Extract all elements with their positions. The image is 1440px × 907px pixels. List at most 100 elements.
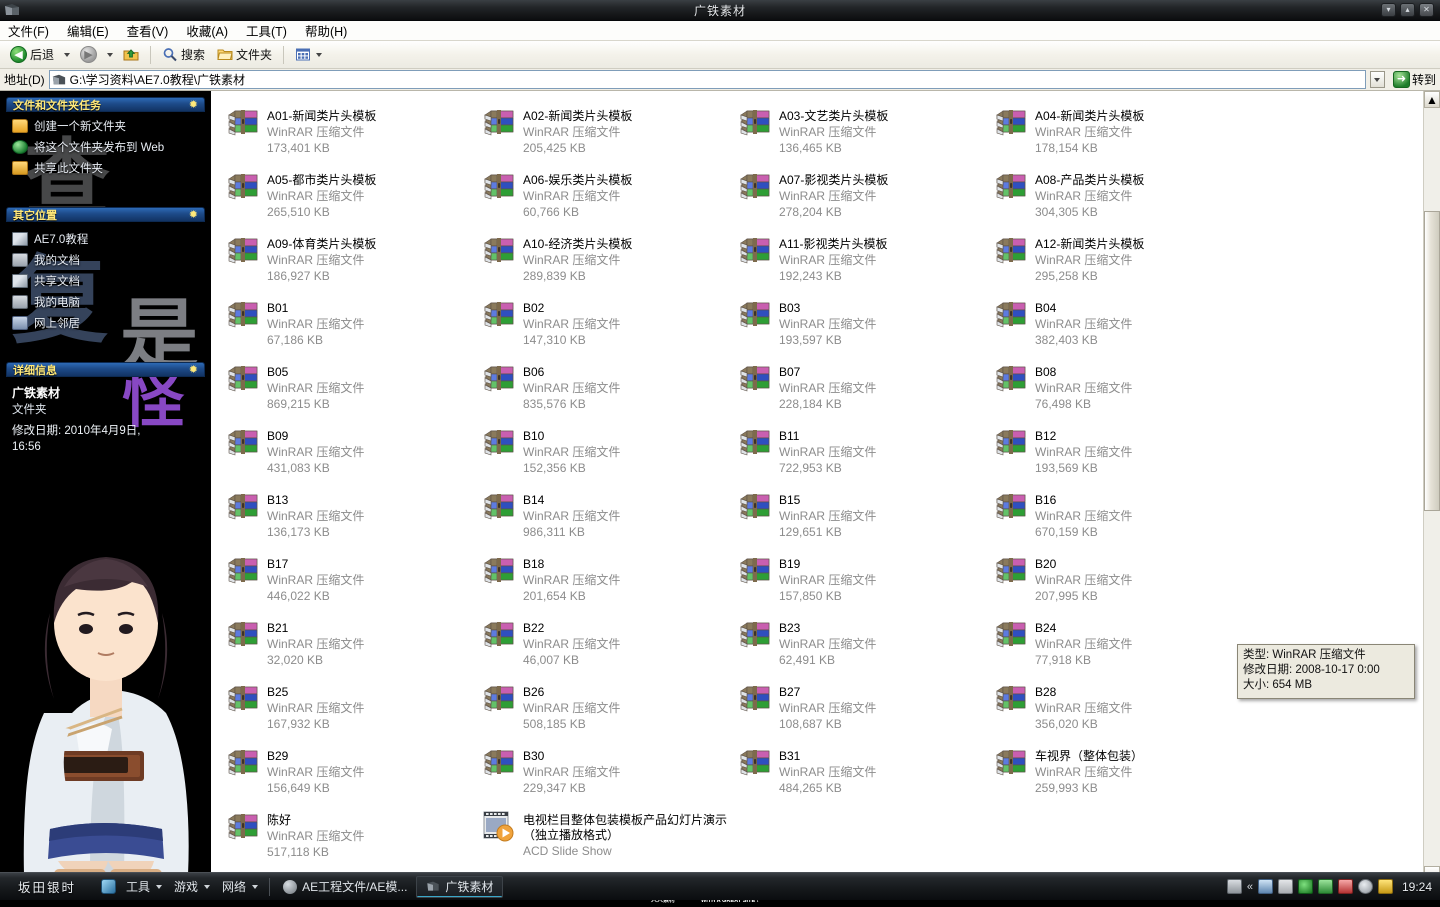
alien-tray-icon[interactable] [1277,879,1293,894]
maximize-button[interactable]: ▴ [1400,3,1415,17]
tray-expand-icon[interactable]: « [1247,881,1253,893]
file-item[interactable]: B05 WinRAR 压缩文件 869,215 KB [219,355,475,419]
taskbar-item-current-folder[interactable]: 广铁素材 [416,875,504,898]
sidebar-item-new-folder[interactable]: 创建一个新文件夹 [12,118,201,134]
file-item[interactable]: A10-经济类片头模板 WinRAR 压缩文件 289,839 KB [475,227,731,291]
opera-icon[interactable] [1297,879,1313,894]
file-item[interactable]: B04 WinRAR 压缩文件 382,403 KB [987,291,1243,355]
file-item[interactable]: B06 WinRAR 压缩文件 835,576 KB [475,355,731,419]
file-item[interactable]: A04-新闻类片头模板 WinRAR 压缩文件 178,154 KB [987,99,1243,163]
minimize-button[interactable]: ▾ [1381,3,1396,17]
file-item[interactable]: B01 WinRAR 压缩文件 67,186 KB [219,291,475,355]
folders-button[interactable]: 文件夹 [213,44,276,65]
back-dropdown-icon[interactable] [64,52,71,57]
quicklaunch-games[interactable]: 游戏 [169,878,217,895]
file-list-pane[interactable]: 如何修改电视片头模板中的文字 山水系列A 山水系列B [211,91,1440,883]
menu-tools[interactable]: 工具(T) [246,21,287,40]
sidebar-item-share-folder[interactable]: 共享此文件夹 [12,160,201,176]
file-item[interactable]: B10 WinRAR 压缩文件 152,356 KB [475,419,731,483]
taskbar-item-ae-project[interactable]: AE工程文件/AE模... [274,876,416,898]
panel-details-header[interactable]: 详细信息 ✹ [6,362,205,377]
back-button[interactable]: ◀ 后退 [6,44,58,65]
file-item[interactable]: B19 WinRAR 压缩文件 157,850 KB [731,547,987,611]
volume-icon[interactable] [1357,879,1373,894]
forward-dropdown-icon[interactable] [107,52,114,57]
close-button[interactable]: ✕ [1419,3,1434,17]
file-item[interactable]: B08 WinRAR 压缩文件 76,498 KB [987,355,1243,419]
network-tray-icon[interactable] [1377,879,1393,894]
collapse-chevron-icon[interactable]: ✹ [189,98,198,111]
menu-help[interactable]: 帮助(H) [305,21,347,40]
file-item[interactable]: B30 WinRAR 压缩文件 229,347 KB [475,739,731,803]
views-dropdown-icon[interactable] [316,52,323,57]
file-item[interactable]: B20 WinRAR 压缩文件 207,995 KB [987,547,1243,611]
file-item[interactable]: B18 WinRAR 压缩文件 201,654 KB [475,547,731,611]
file-item[interactable]: B22 WinRAR 压缩文件 46,007 KB [475,611,731,675]
file-item[interactable]: A02-新闻类片头模板 WinRAR 压缩文件 205,425 KB [475,99,731,163]
views-button[interactable] [291,45,328,64]
file-item[interactable]: 电视栏目整体包装模板产品幻灯片演示（独立播放格式） ACD Slide Show [475,803,731,867]
file-item[interactable]: A06-娱乐类片头模板 WinRAR 压缩文件 60,766 KB [475,163,731,227]
sidebar-item-my-computer[interactable]: 我的电脑 [12,294,201,310]
go-button[interactable]: ➜ 转到 [1389,71,1440,88]
file-item[interactable]: 陈好 WinRAR 压缩文件 517,118 KB [219,803,475,867]
file-item[interactable]: B03 WinRAR 压缩文件 193,597 KB [731,291,987,355]
file-item[interactable]: A11-影视类片头模板 WinRAR 压缩文件 192,243 KB [731,227,987,291]
sidebar-item-ae7-tutorial[interactable]: AE7.0教程 [12,231,201,247]
address-dropdown-button[interactable] [1369,71,1385,88]
scroll-up-button[interactable]: ▲ [1424,91,1440,108]
up-button[interactable] [119,45,143,64]
file-item[interactable]: A12-新闻类片头模板 WinRAR 压缩文件 295,258 KB [987,227,1243,291]
file-item[interactable]: B17 WinRAR 压缩文件 446,022 KB [219,547,475,611]
quicklaunch-network[interactable]: 网络 [217,878,265,895]
file-item[interactable]: B25 WinRAR 压缩文件 167,932 KB [219,675,475,739]
file-item[interactable]: B27 WinRAR 压缩文件 108,687 KB [731,675,987,739]
file-item[interactable]: B12 WinRAR 压缩文件 193,569 KB [987,419,1243,483]
file-item[interactable]: B09 WinRAR 压缩文件 431,083 KB [219,419,475,483]
file-item[interactable]: A01-新闻类片头模板 WinRAR 压缩文件 173,401 KB [219,99,475,163]
file-item[interactable]: B16 WinRAR 压缩文件 670,159 KB [987,483,1243,547]
file-item[interactable]: B07 WinRAR 压缩文件 228,184 KB [731,355,987,419]
panel-file-tasks-header[interactable]: 文件和文件夹任务 ✹ [6,97,205,112]
address-input[interactable]: G:\学习资料\AE7.0教程\广铁素材 [48,70,1366,89]
file-item[interactable]: B24 WinRAR 压缩文件 77,918 KB [987,611,1243,675]
sidebar-item-my-documents[interactable]: 我的文档 [12,252,201,268]
start-button[interactable]: 坂田银时 [4,875,90,899]
file-item[interactable]: B28 WinRAR 压缩文件 356,020 KB [987,675,1243,739]
panel-other-places-header[interactable]: 其它位置 ✹ [6,207,205,222]
collapse-chevron-icon[interactable]: ✹ [189,363,198,376]
menu-favorites[interactable]: 收藏(A) [186,21,228,40]
sidebar-item-shared-documents[interactable]: 共享文档 [12,273,201,289]
vertical-scrollbar[interactable]: ▲ ▼ [1423,91,1440,883]
file-item[interactable]: B15 WinRAR 压缩文件 129,651 KB [731,483,987,547]
file-item[interactable]: B23 WinRAR 压缩文件 62,491 KB [731,611,987,675]
file-item[interactable]: A05-都市类片头模板 WinRAR 压缩文件 265,510 KB [219,163,475,227]
media-player-icon[interactable] [1257,879,1273,894]
file-item[interactable]: A07-影视类片头模板 WinRAR 压缩文件 278,204 KB [731,163,987,227]
sidebar-item-publish-web[interactable]: 将这个文件夹发布到 Web [12,139,201,155]
sidebar-item-network-places[interactable]: 网上邻居 [12,315,201,331]
quicklaunch-tools[interactable]: 工具 [121,878,169,895]
folder-item[interactable]: 新整理好的模板 [987,91,1243,99]
menu-file[interactable]: 文件(F) [8,21,49,40]
menu-view[interactable]: 查看(V) [127,21,169,40]
search-button[interactable]: 搜索 [158,44,209,65]
menu-edit[interactable]: 编辑(E) [67,21,109,40]
scroll-thumb[interactable] [1424,211,1440,511]
file-item[interactable]: B29 WinRAR 压缩文件 156,649 KB [219,739,475,803]
green-app-icon[interactable] [1317,879,1333,894]
taskbar-clock[interactable]: 19:24 [1402,880,1432,894]
file-item[interactable]: B26 WinRAR 压缩文件 508,185 KB [475,675,731,739]
file-item[interactable]: A03-文艺类片头模板 WinRAR 压缩文件 136,465 KB [731,99,987,163]
folder-item[interactable]: 如何修改电视片头模板中的文字 [219,91,475,99]
file-item[interactable]: B31 WinRAR 压缩文件 484,265 KB [731,739,987,803]
file-item[interactable]: B02 WinRAR 压缩文件 147,310 KB [475,291,731,355]
quicklaunch-app-icon[interactable] [96,879,121,894]
folder-item[interactable]: 山水系列B [731,91,987,99]
file-item[interactable]: 车视界（整体包装） WinRAR 压缩文件 259,993 KB [987,739,1243,803]
file-item[interactable]: B11 WinRAR 压缩文件 722,953 KB [731,419,987,483]
keyboard-icon[interactable] [1226,879,1242,894]
file-item[interactable]: B13 WinRAR 压缩文件 136,173 KB [219,483,475,547]
collapse-chevron-icon[interactable]: ✹ [189,208,198,221]
antivirus-icon[interactable] [1337,879,1353,894]
